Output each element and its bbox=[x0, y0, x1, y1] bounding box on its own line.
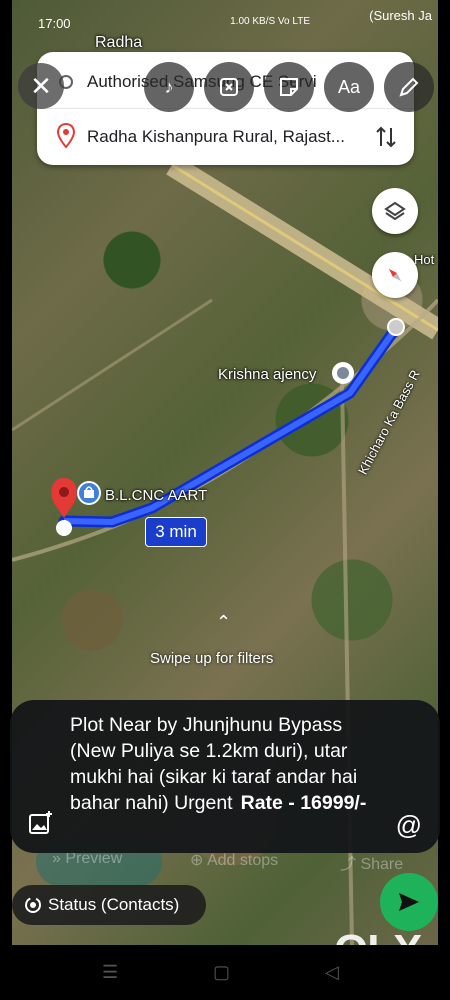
add-image-icon[interactable] bbox=[28, 810, 54, 836]
location-pin-icon bbox=[56, 123, 76, 149]
send-icon bbox=[399, 893, 419, 911]
route-duration-badge: 3 min bbox=[145, 517, 207, 547]
status-audience-label: Status (Contacts) bbox=[48, 895, 180, 914]
shopping-bag-icon bbox=[77, 481, 101, 505]
layers-icon[interactable] bbox=[372, 188, 418, 234]
destination-pin-icon bbox=[51, 478, 77, 536]
place-label-krishna-ajency[interactable]: Krishna ajency bbox=[218, 366, 316, 383]
caption-card[interactable]: Plot Near by Jhunjhunu Bypass (New Puliy… bbox=[10, 700, 440, 853]
destination-field[interactable]: Radha Kishanpura Rural, Rajast... bbox=[87, 127, 367, 147]
network-indicator: 1.00 KB/S Vo LTE bbox=[230, 16, 310, 27]
pencil-icon[interactable] bbox=[384, 62, 434, 112]
sticker-crop-icon[interactable] bbox=[204, 62, 254, 112]
send-button[interactable] bbox=[380, 873, 438, 931]
add-stops-label: ⊕ Add stops bbox=[190, 852, 279, 869]
status-circle-icon bbox=[25, 897, 41, 913]
status-bar: 17:00 1.00 KB/S Vo LTE (Suresh Ja bbox=[12, 8, 438, 38]
status-audience-button[interactable]: Status (Contacts) bbox=[12, 885, 206, 925]
caption-input[interactable]: Plot Near by Jhunjhunu Bypass (New Puliy… bbox=[70, 712, 390, 816]
recents-icon[interactable]: ☰ bbox=[102, 962, 118, 983]
share-label: ⤴ Share bbox=[340, 856, 404, 873]
destination-row[interactable]: Radha Kishanpura Rural, Rajast... bbox=[37, 108, 414, 164]
text-icon[interactable]: Aa bbox=[324, 62, 374, 112]
corner-label: (Suresh Ja bbox=[369, 8, 432, 23]
place-label-business[interactable]: B.L.CNC AART bbox=[105, 487, 207, 504]
caption-rate: Rate - 16999/- bbox=[240, 792, 367, 814]
status-time: 17:00 bbox=[38, 16, 71, 31]
chevron-up-icon: ⌃ bbox=[216, 612, 232, 632]
route-end-marker bbox=[387, 318, 405, 336]
close-icon[interactable]: ✕ bbox=[18, 63, 64, 109]
place-label-hot: Hot bbox=[414, 252, 435, 267]
mention-icon[interactable]: @ bbox=[396, 810, 422, 841]
home-icon[interactable]: ▢ bbox=[213, 962, 230, 983]
swipe-hint: Swipe up for filters bbox=[150, 650, 274, 667]
compass-icon[interactable] bbox=[372, 252, 418, 298]
swap-icon[interactable] bbox=[374, 124, 398, 150]
back-icon[interactable]: ◁ bbox=[325, 962, 339, 983]
sticker-icon[interactable] bbox=[264, 62, 314, 112]
music-icon[interactable]: ♪ bbox=[144, 62, 194, 112]
